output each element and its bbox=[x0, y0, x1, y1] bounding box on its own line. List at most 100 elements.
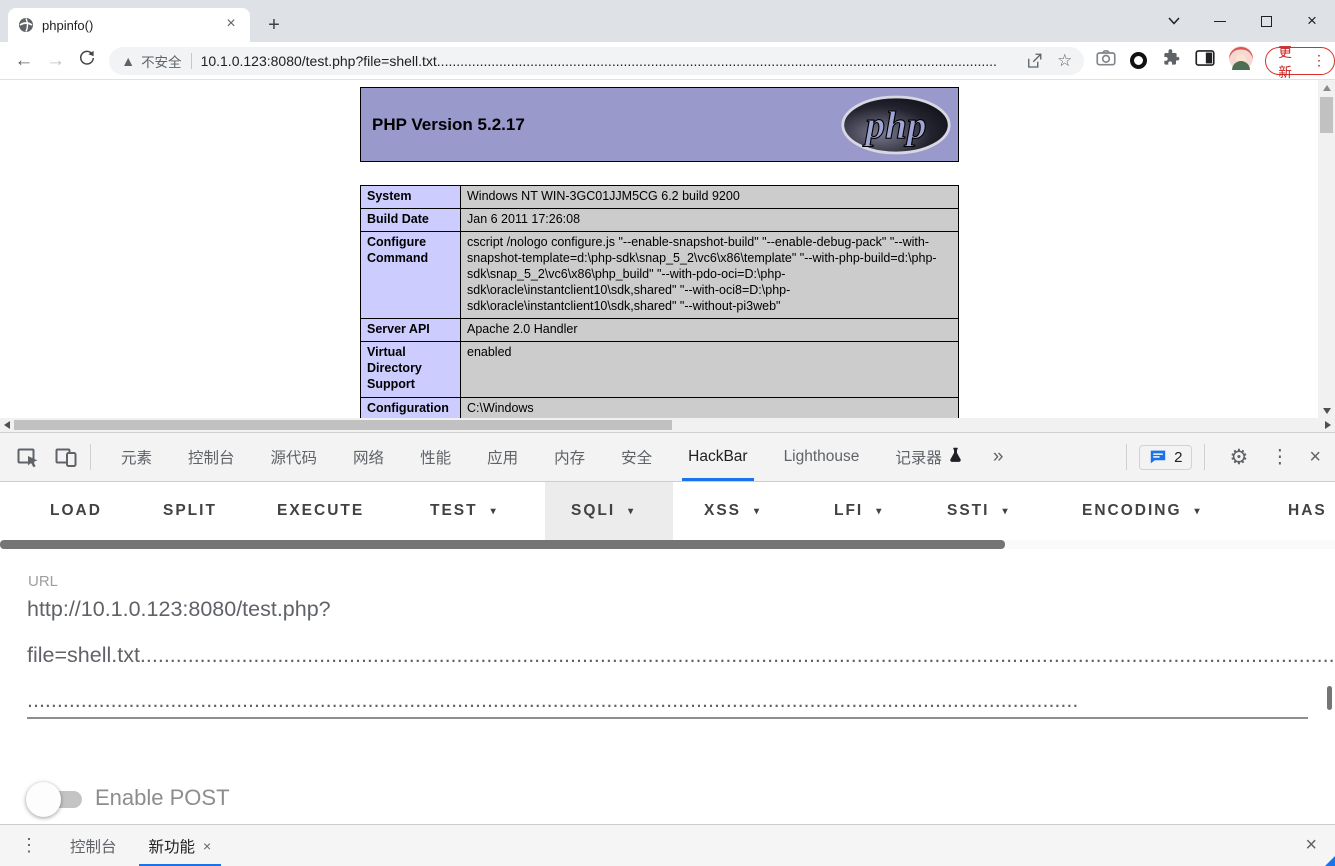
inspect-element-icon[interactable] bbox=[16, 445, 40, 469]
horizontal-scroll-thumb[interactable] bbox=[14, 420, 672, 430]
ssti-menu-button[interactable]: SSTI▾ bbox=[947, 482, 1007, 540]
extensions-puzzle-icon[interactable] bbox=[1161, 48, 1181, 73]
page-vertical-scrollbar[interactable] bbox=[1318, 80, 1335, 418]
more-tabs-icon[interactable]: » bbox=[981, 446, 1016, 468]
tab-network[interactable]: 网络 bbox=[335, 433, 402, 481]
drawer-tab-console[interactable]: 控制台 bbox=[54, 825, 133, 866]
execute-button[interactable]: EXECUTE bbox=[277, 482, 364, 540]
device-toolbar-icon[interactable] bbox=[54, 445, 78, 469]
toggle-knob[interactable] bbox=[26, 782, 61, 817]
chevron-down-icon: ▾ bbox=[1002, 506, 1007, 517]
bookmark-star-icon[interactable]: ☆ bbox=[1057, 51, 1072, 71]
table-row: Configuration C:\Windows bbox=[361, 398, 959, 419]
new-tab-button[interactable]: + bbox=[262, 13, 286, 37]
omnibox-divider bbox=[191, 53, 192, 69]
circle-extension-icon[interactable] bbox=[1130, 52, 1147, 69]
tab-hackbar[interactable]: HackBar bbox=[670, 433, 765, 481]
url-input-line3[interactable]: ........................................… bbox=[27, 688, 1080, 713]
table-row: Build Date Jan 6 2011 17:26:08 bbox=[361, 209, 959, 232]
phpinfo-content: PHP Version 5.2.17 php System Windows NT… bbox=[360, 80, 959, 418]
chevron-down-icon: ▾ bbox=[754, 506, 759, 517]
tab-recorder[interactable]: 记录器 bbox=[877, 433, 981, 481]
sqli-menu-button[interactable]: SQLI▾ bbox=[571, 482, 633, 540]
hackbar-scroll-thumb[interactable] bbox=[0, 540, 1005, 549]
table-row: System Windows NT WIN-3GC01JJM5CG 6.2 bu… bbox=[361, 186, 959, 209]
back-button[interactable]: ← bbox=[8, 50, 40, 72]
encoding-menu-button[interactable]: ENCODING▾ bbox=[1082, 482, 1200, 540]
table-row: Virtual Directory Support enabled bbox=[361, 342, 959, 398]
chevron-down-icon: ▾ bbox=[1195, 506, 1200, 517]
settings-gear-icon[interactable]: ⚙ bbox=[1217, 445, 1260, 470]
drawer-tab-close-icon[interactable]: × bbox=[203, 838, 211, 854]
url-input-line2[interactable]: file=shell.txt..........................… bbox=[27, 643, 1335, 668]
test-menu-button[interactable]: TEST▾ bbox=[430, 482, 496, 540]
xss-menu-button[interactable]: XSS▾ bbox=[704, 482, 759, 540]
vertical-scroll-thumb[interactable] bbox=[1320, 97, 1333, 133]
tab-lighthouse[interactable]: Lighthouse bbox=[766, 433, 878, 481]
row-label: System bbox=[361, 186, 461, 209]
enable-post-label: Enable POST bbox=[95, 785, 230, 811]
scroll-down-icon[interactable] bbox=[1318, 403, 1335, 418]
tab-application[interactable]: 应用 bbox=[469, 433, 536, 481]
devtools-menu-icon[interactable] bbox=[1260, 446, 1299, 469]
camera-extension-icon[interactable] bbox=[1096, 49, 1116, 72]
drawer-close-icon[interactable]: × bbox=[1287, 834, 1335, 857]
profile-avatar[interactable] bbox=[1229, 46, 1253, 75]
scroll-right-icon[interactable] bbox=[1321, 418, 1335, 432]
devtools-tabs: 元素 控制台 源代码 网络 性能 应用 内存 安全 HackBar Lighth… bbox=[103, 433, 1016, 481]
tab-search-icon[interactable] bbox=[1151, 0, 1197, 42]
security-label[interactable]: 不安全 bbox=[141, 51, 182, 71]
console-drawer: 控制台 新功能 × × bbox=[0, 824, 1335, 866]
chevron-down-icon: ▾ bbox=[491, 506, 496, 517]
tab-sources[interactable]: 源代码 bbox=[253, 433, 336, 481]
whats-new-label: 新功能 bbox=[149, 835, 196, 857]
url-field-label: URL bbox=[28, 573, 58, 590]
tab-memory[interactable]: 内存 bbox=[536, 433, 603, 481]
load-button[interactable]: LOAD bbox=[50, 482, 102, 540]
php-version-title: PHP Version 5.2.17 bbox=[361, 115, 525, 135]
php-logo: php bbox=[840, 94, 952, 161]
tab-elements[interactable]: 元素 bbox=[103, 433, 170, 481]
recorder-label: 记录器 bbox=[895, 446, 942, 468]
scroll-up-icon[interactable] bbox=[1318, 80, 1335, 95]
row-label: Configure Command bbox=[361, 232, 461, 319]
address-bar[interactable]: ▲ 不安全 10.1.0.123:8080/test.php?file=shel… bbox=[109, 47, 1084, 75]
hashing-menu-button[interactable]: HAS bbox=[1288, 482, 1327, 540]
share-icon[interactable] bbox=[1025, 52, 1043, 70]
tab-performance[interactable]: 性能 bbox=[402, 433, 469, 481]
url-input-line1[interactable]: http://10.1.0.123:8080/test.php? bbox=[27, 597, 1317, 622]
toolbar-divider bbox=[1126, 444, 1127, 470]
tab-strip: phpinfo() × + × bbox=[0, 0, 1335, 42]
row-label: Configuration bbox=[361, 398, 461, 419]
tab-console[interactable]: 控制台 bbox=[170, 433, 253, 481]
window-close-button[interactable]: × bbox=[1289, 0, 1335, 42]
minimize-button[interactable] bbox=[1197, 0, 1243, 42]
drawer-menu-icon[interactable] bbox=[0, 835, 54, 856]
split-button[interactable]: SPLIT bbox=[163, 482, 217, 540]
row-label: Build Date bbox=[361, 209, 461, 232]
browser-tab-phpinfo[interactable]: phpinfo() × bbox=[8, 8, 250, 42]
side-panel-icon[interactable] bbox=[1195, 49, 1215, 72]
console-messages-badge[interactable]: 2 bbox=[1139, 445, 1192, 470]
chrome-update-button[interactable]: 更新 bbox=[1265, 47, 1335, 75]
row-value: Jan 6 2011 17:26:08 bbox=[461, 209, 959, 232]
tab-security[interactable]: 安全 bbox=[603, 433, 670, 481]
tab-close-icon[interactable]: × bbox=[222, 16, 240, 34]
update-label: 更新 bbox=[1278, 41, 1305, 81]
lfi-menu-button[interactable]: LFI▾ bbox=[834, 482, 881, 540]
scroll-left-icon[interactable] bbox=[0, 418, 14, 432]
drawer-tab-whats-new[interactable]: 新功能 × bbox=[133, 825, 228, 866]
url-text[interactable]: 10.1.0.123:8080/test.php?file=shell.txt.… bbox=[201, 53, 1012, 69]
page-horizontal-scrollbar[interactable] bbox=[0, 418, 1335, 432]
devtools-close-icon[interactable]: × bbox=[1299, 446, 1335, 469]
phpinfo-table: System Windows NT WIN-3GC01JJM5CG 6.2 bu… bbox=[360, 185, 959, 418]
extension-area bbox=[1096, 46, 1253, 75]
page-viewport: PHP Version 5.2.17 php System Windows NT… bbox=[0, 80, 1335, 418]
forward-button[interactable]: → bbox=[40, 50, 72, 72]
maximize-button[interactable] bbox=[1243, 0, 1289, 42]
panel-scroll-thumb[interactable] bbox=[1327, 686, 1332, 710]
hackbar-scrollbar[interactable] bbox=[0, 540, 1335, 549]
reload-button[interactable] bbox=[71, 49, 103, 73]
browser-window: phpinfo() × + × ← → ▲ 不安全 10.1.0.123:808… bbox=[0, 0, 1335, 866]
resize-corner-handle[interactable] bbox=[1325, 856, 1335, 866]
